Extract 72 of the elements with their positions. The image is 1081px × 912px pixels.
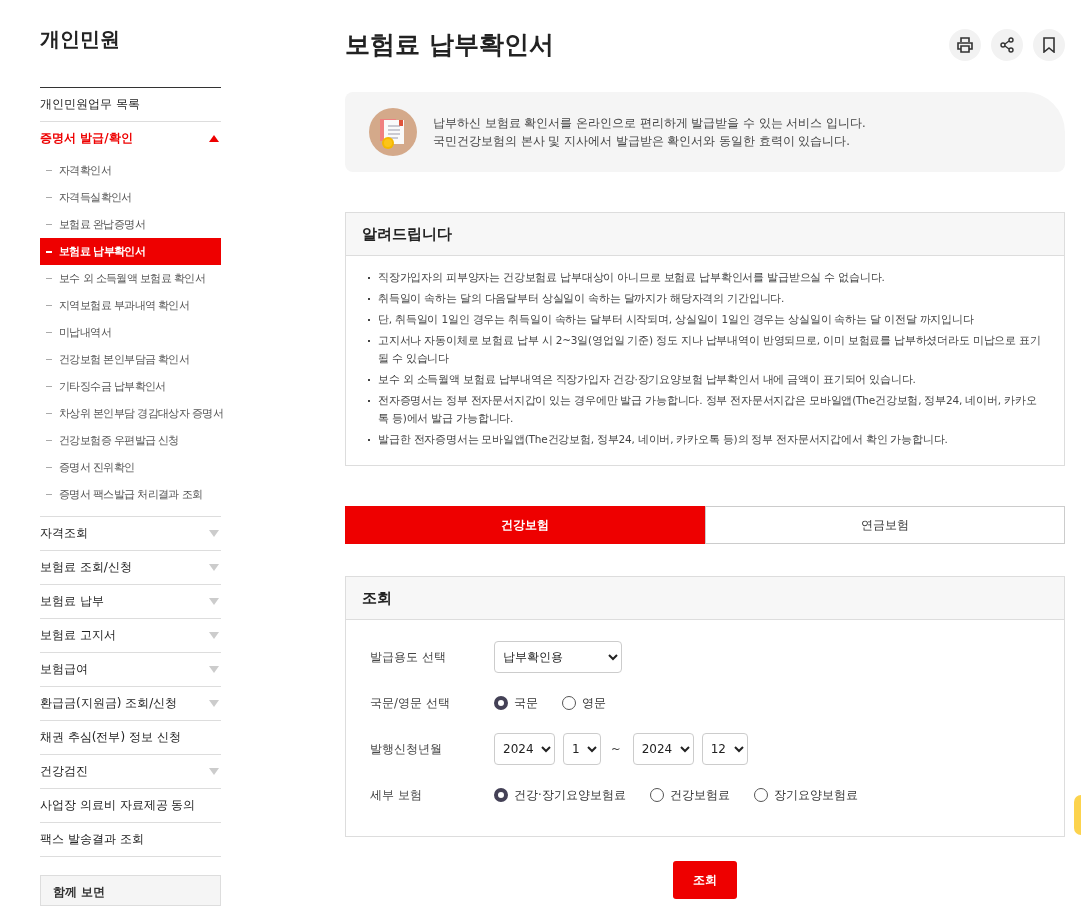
submenu-item[interactable]: 보험료 납부확인서 — [40, 238, 221, 265]
field-label: 국문/영문 선택 — [370, 695, 451, 711]
caret-icon — [209, 598, 219, 605]
submenu-item[interactable]: 건강보험증 우편발급 신청 — [40, 427, 221, 454]
submenu-item[interactable]: 증명서 팩스발급 처리결과 조회 — [40, 481, 221, 508]
notice-text: 보수 외 소득월액 보험료 납부내역은 직장가입자 건강·장기요양보험 납부확인서 내에 금액이 표기되어 있습니다. — [378, 372, 916, 387]
caret-icon — [209, 666, 219, 673]
radio-option[interactable]: 영문 — [562, 695, 606, 711]
purpose-select[interactable]: 납부확인용 — [494, 641, 622, 673]
caret-icon — [209, 768, 219, 775]
submenu-item[interactable]: 증명서 진위확인 — [40, 454, 221, 481]
share-button[interactable] — [991, 28, 1023, 61]
submenu-item[interactable]: 보수 외 소득월액 보험료 확인서 — [40, 265, 221, 292]
radio-option[interactable]: 건강보험료 — [649, 787, 730, 803]
bookmark-button[interactable] — [1033, 28, 1065, 61]
caret-icon — [209, 632, 219, 639]
notice-title: 알려드립니다 — [346, 213, 1064, 256]
search-button[interactable]: 조회 — [673, 861, 737, 899]
sidebar-item[interactable]: 보험료 고지서 — [40, 619, 221, 653]
year-select[interactable]: 2024 — [632, 733, 694, 765]
submenu-item[interactable]: 미납내역서 — [40, 319, 221, 346]
field-label: 발급용도 선택 — [370, 649, 447, 665]
intro-text: 납부하신 보험료 확인서를 온라인으로 편리하게 발급받을 수 있는 서비스 입니다. — [433, 115, 866, 131]
notice-text: 고지서나 자동이체로 보험료 납부 시 2~3일(영업일 기준) 정도 지나 납부내역이 반영되므로, 이미 보험료를 납부하셨더라도 미납으로 표기될 수 있습니다 — [378, 333, 1042, 366]
related-title: 함께 보면 — [53, 885, 106, 899]
sidebar-item[interactable]: 사업장 의료비 자료제공 동의 — [40, 789, 221, 823]
notice-text: 직장가입자의 피부양자는 건강보험료 납부대상이 아니므로 보험료 납부확인서를 발급받으실 수 없습니다. — [378, 270, 885, 285]
submenu-item[interactable]: 자격득실확인서 — [40, 184, 221, 211]
caret-icon — [209, 564, 219, 571]
caret-icon — [209, 530, 219, 537]
tab[interactable]: 건강보험 — [345, 506, 705, 544]
sidebar-item[interactable]: 증명서 발급/확인 — [40, 122, 221, 155]
radio-option[interactable]: 건강·장기요양보험료 — [494, 787, 626, 803]
field-label: 세부 보험 — [370, 787, 423, 803]
submenu-item[interactable]: 기타징수금 납부확인서 — [40, 373, 221, 400]
bookmark-icon — [1042, 36, 1056, 53]
sidebar-item[interactable]: 건강검진 — [40, 755, 221, 789]
month-select[interactable]: 1 — [563, 733, 601, 765]
submenu-item[interactable]: 차상위 본인부담 경감대상자 증명서 — [40, 400, 221, 427]
notice-text: 단, 취득일이 1일인 경우는 취득일이 속하는 달부터 시작되며, 상실일이 1일인 경우는 상실일이 속하는 달 이전달 까지입니다 — [378, 312, 974, 327]
sidebar-item[interactable]: 채권 추심(전부) 정보 신청 — [40, 721, 221, 755]
field-label: 발행신청년월 — [370, 741, 443, 757]
sidebar-title: 개인민원 — [40, 26, 221, 88]
sidebar-item[interactable]: 개인민원업무 목록 — [40, 88, 221, 122]
caret-icon — [209, 135, 219, 142]
notice-text: 취득일이 속하는 달의 다음달부터 상실일이 속하는 달까지가 해당자격의 기간입니다. — [378, 291, 785, 306]
submenu-item[interactable]: 보험료 완납증명서 — [40, 211, 221, 238]
tab[interactable]: 연금보험 — [705, 506, 1065, 544]
sidebar-item[interactable]: 보험료 납부 — [40, 585, 221, 619]
document-coin-icon — [369, 108, 417, 156]
sidebar-item[interactable]: 보험급여 — [40, 653, 221, 687]
page-title: 보험료 납부확인서 — [345, 29, 554, 61]
notice-text: 전자증명서는 정부 전자문서지갑이 있는 경우에만 발급 가능합니다. 정부 전자문서지갑은 모바일앱(The건강보험, 정부24, 네이버, 카카오톡 등)에서 발급 가능합니다. — [378, 393, 1038, 426]
print-button[interactable] — [949, 28, 981, 61]
search-title: 조회 — [346, 577, 1064, 620]
radio-option[interactable]: 국문 — [494, 695, 538, 711]
caret-icon — [209, 700, 219, 707]
submenu-item[interactable]: 건강보험 본인부담금 확인서 — [40, 346, 221, 373]
sidebar-item[interactable]: 보험료 조회/신청 — [40, 551, 221, 585]
year-select[interactable]: 2024 — [494, 733, 555, 765]
sidebar-item[interactable]: 환급금(지원금) 조회/신청 — [40, 687, 221, 721]
submenu-item[interactable]: 자격확인서 — [40, 157, 221, 184]
intro-text: 국민건강보험의 본사 및 지사에서 발급받은 확인서와 동일한 효력이 있습니다. — [433, 133, 851, 149]
month-select[interactable]: 12 — [701, 733, 748, 765]
radio-option[interactable]: 장기요양보험료 — [753, 787, 858, 803]
submenu-item[interactable]: 지역보험료 부과내역 확인서 — [40, 292, 221, 319]
sidebar-item[interactable]: 자격조회 — [40, 517, 221, 551]
print-icon — [956, 35, 974, 54]
share-icon — [999, 36, 1015, 53]
range-separator: ~ — [611, 742, 621, 756]
notice-text: 발급한 전자증명서는 모바일앱(The건강보험, 정부24, 네이버, 카카오톡 등)의 정부 전자문서지갑에서 확인 가능합니다. — [378, 432, 948, 447]
sidebar-item[interactable]: 팩스 발송결과 조회 — [40, 823, 221, 857]
